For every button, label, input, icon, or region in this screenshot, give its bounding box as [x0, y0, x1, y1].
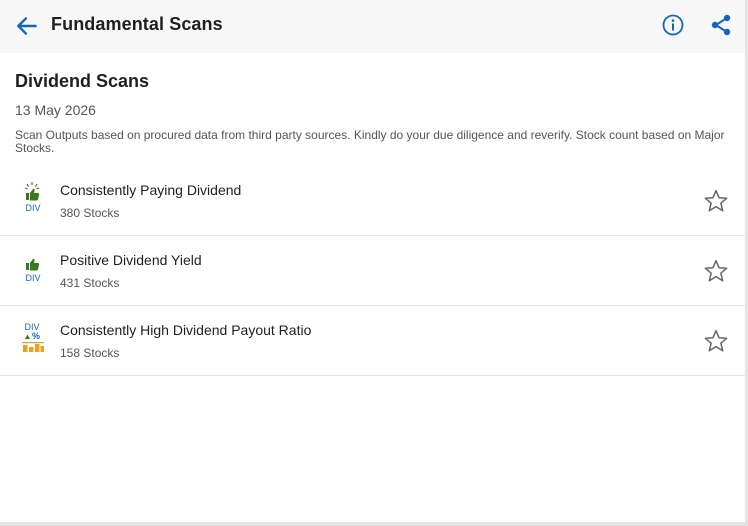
app-window: Fundamental Scans Dividend Scans 13 May …	[0, 0, 748, 526]
star-outline-icon[interactable]	[703, 188, 729, 214]
scan-name: Positive Dividend Yield	[60, 252, 202, 268]
back-arrow-icon[interactable]	[14, 13, 40, 39]
scan-stock-count: 380 Stocks	[60, 206, 120, 220]
scan-item-high-dividend-payout-ratio[interactable]: DIV % Consistently High Dividend Payout …	[0, 306, 745, 376]
dividend-thumbs-up-sparkle-icon: DIV	[24, 182, 41, 213]
scan-item-positive-dividend-yield[interactable]: DIV Positive Dividend Yield 431 Stocks	[0, 236, 745, 306]
scan-item-consistently-paying-dividend[interactable]: DIV Consistently Paying Dividend 380 Sto…	[0, 166, 745, 236]
section-title: Dividend Scans	[15, 71, 150, 91]
info-icon[interactable]	[661, 13, 685, 37]
scan-stock-count: 158 Stocks	[60, 346, 120, 360]
star-outline-icon[interactable]	[703, 328, 729, 354]
star-outline-icon[interactable]	[703, 258, 729, 284]
dividend-thumbs-up-icon: DIV	[25, 258, 41, 283]
scan-name: Consistently Paying Dividend	[60, 182, 242, 198]
div-label: DIV	[25, 273, 40, 283]
disclaimer-text: Scan Outputs based on procured data from…	[15, 128, 725, 155]
section-date: 13 May 2026	[15, 102, 96, 118]
dividend-payout-chart-icon: DIV %	[22, 322, 44, 352]
scan-list: DIV Consistently Paying Dividend 380 Sto…	[0, 166, 745, 376]
share-icon[interactable]	[709, 13, 733, 37]
scan-name: Consistently High Dividend Payout Ratio	[60, 322, 312, 338]
div-label: DIV	[25, 203, 40, 213]
app-header: Fundamental Scans	[0, 0, 745, 53]
svg-text:%: %	[32, 331, 40, 341]
page-title: Fundamental Scans	[51, 14, 223, 34]
scan-stock-count: 431 Stocks	[60, 276, 120, 290]
